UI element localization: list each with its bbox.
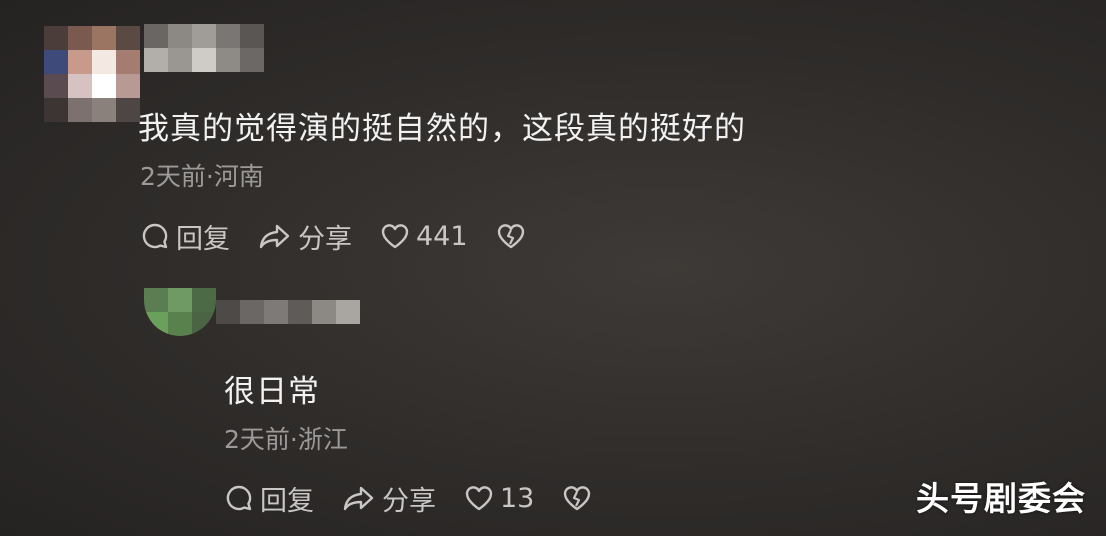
- comment-item: 我真的觉得演的挺自然的，这段真的挺好的 2天前·河南 回复 分享 441: [0, 0, 1106, 270]
- comment-meta: 2天前·浙江: [224, 425, 348, 454]
- broken-heart-icon: [564, 486, 591, 511]
- dislike-button[interactable]: [496, 221, 532, 251]
- broken-heart-icon: [497, 224, 524, 249]
- comment-text: 我真的觉得演的挺自然的，这段真的挺好的: [138, 111, 746, 147]
- comment-actions: 回复 分享 13: [224, 478, 626, 518]
- comment-text: 很日常: [224, 374, 320, 410]
- reply-button[interactable]: 回复: [140, 217, 230, 256]
- like-count: 441: [416, 220, 468, 252]
- heart-icon: [381, 224, 409, 249]
- comment-bubble-icon: [226, 485, 252, 511]
- share-arrow-icon: [343, 486, 374, 511]
- dislike-button[interactable]: [562, 483, 598, 513]
- heart-icon: [465, 486, 493, 511]
- like-count: 13: [500, 482, 535, 514]
- reply-label: 回复: [176, 223, 230, 255]
- comment-actions: 回复 分享 441: [140, 216, 560, 256]
- share-button[interactable]: 分享: [342, 479, 436, 518]
- watermark: 头号剧委会: [916, 479, 1086, 518]
- share-label: 分享: [382, 485, 436, 517]
- share-label: 分享: [298, 223, 352, 255]
- share-arrow-icon: [259, 224, 290, 249]
- reply-button[interactable]: 回复: [224, 479, 314, 518]
- username-blurred[interactable]: [144, 24, 264, 72]
- share-button[interactable]: 分享: [258, 217, 352, 256]
- avatar[interactable]: [144, 288, 216, 336]
- like-button[interactable]: 441: [380, 221, 468, 252]
- username-blurred[interactable]: [216, 300, 360, 324]
- reply-label: 回复: [260, 485, 314, 517]
- avatar[interactable]: [44, 26, 140, 122]
- like-button[interactable]: 13: [464, 483, 534, 514]
- comment-meta: 2天前·河南: [140, 162, 264, 191]
- comment-bubble-icon: [142, 223, 168, 249]
